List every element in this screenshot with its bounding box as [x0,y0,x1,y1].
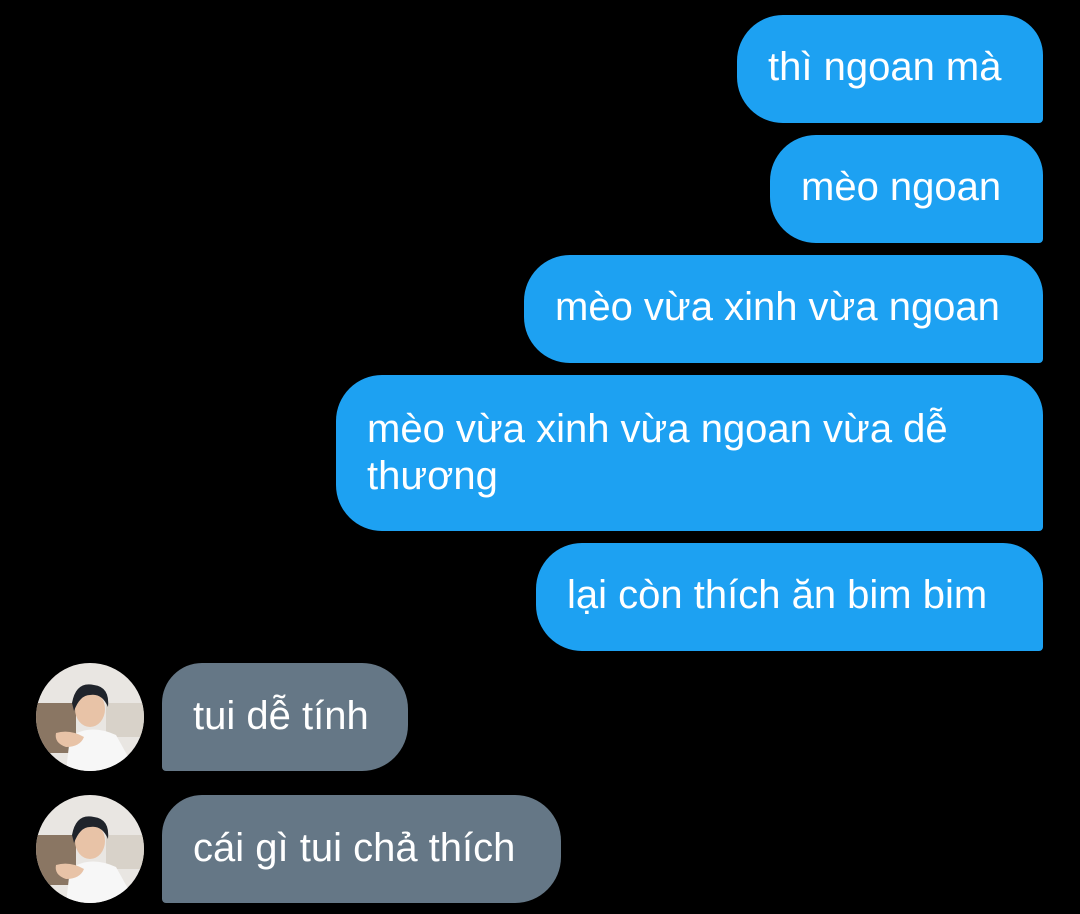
avatar-photo-icon [36,663,144,771]
outgoing-message-bubble[interactable]: lại còn thích ăn bim bim [536,543,1043,651]
incoming-message-bubble[interactable]: tui dễ tính [162,663,408,771]
sender-avatar[interactable] [36,663,144,771]
incoming-message-bubble[interactable]: cái gì tui chả thích [162,795,561,903]
avatar-photo-icon [36,795,144,903]
outgoing-message-bubble[interactable]: thì ngoan mà [737,15,1043,123]
chat-thread: thì ngoan mà mèo ngoan mèo vừa xinh vừa … [0,0,1080,914]
outgoing-message-bubble[interactable]: mèo ngoan [770,135,1043,243]
outgoing-message-bubble[interactable]: mèo vừa xinh vừa ngoan vừa dễ thương [336,375,1043,531]
outgoing-message-bubble[interactable]: mèo vừa xinh vừa ngoan [524,255,1043,363]
sender-avatar[interactable] [36,795,144,903]
